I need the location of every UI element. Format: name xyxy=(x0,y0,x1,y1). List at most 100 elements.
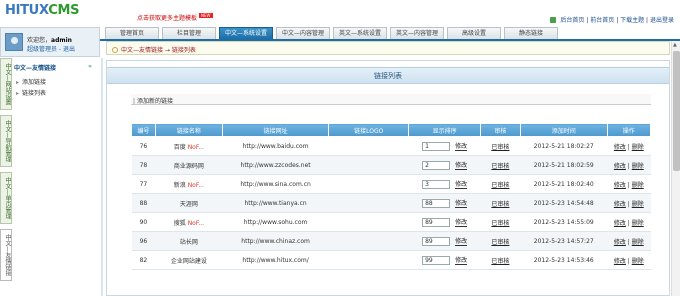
order-modify-button[interactable]: 修改 xyxy=(455,141,468,151)
edit-link[interactable]: 修改 xyxy=(614,201,626,208)
nofollow-tag: NoF... xyxy=(187,181,205,189)
side-tab-0[interactable]: 中文—网站设置 xyxy=(0,58,12,110)
cell-order: 89 修改 xyxy=(408,212,481,232)
top-links: 后台首页 | 前台首页 | 下载主题 | 退出登录 xyxy=(550,15,674,24)
order-input[interactable]: 88 xyxy=(422,199,451,208)
order-modify-button[interactable]: 修改 xyxy=(455,236,468,246)
audit-status[interactable]: 已审核 xyxy=(491,201,509,208)
cell-audit: 已审核 xyxy=(480,155,521,175)
cell-id: 90 xyxy=(131,212,156,232)
cell-logo xyxy=(328,193,409,213)
edit-link[interactable]: 修改 xyxy=(614,258,626,265)
menu-item-link-list[interactable]: 链接列表 xyxy=(16,88,46,97)
delete-link[interactable]: 删除 xyxy=(632,220,644,227)
tab-1[interactable]: 栏目管理 xyxy=(162,27,216,39)
edit-link[interactable]: 修改 xyxy=(614,144,626,151)
nofollow-tag: NoF... xyxy=(187,143,205,151)
tab-0[interactable]: 管理首页 xyxy=(105,27,159,39)
order-input[interactable]: 2 xyxy=(422,161,451,170)
link-download-theme[interactable]: 下载主题 xyxy=(620,17,644,24)
column-header: 审核 xyxy=(479,123,521,137)
tab-6[interactable]: 高级设置 xyxy=(447,27,501,39)
table-row: 96 站长网 http://www.chinaz.com 89 修改 已审核 2012-5… xyxy=(131,231,651,251)
audit-status[interactable]: 已审核 xyxy=(491,220,509,227)
order-modify-button[interactable]: 修改 xyxy=(455,179,468,189)
cell-url: http://www.zzcodes.net xyxy=(222,155,329,175)
cell-audit: 已审核 xyxy=(480,250,521,270)
location-icon xyxy=(112,47,118,53)
delete-link[interactable]: 删除 xyxy=(632,239,644,246)
order-modify-button[interactable]: 修改 xyxy=(455,255,468,265)
delete-link[interactable]: 删除 xyxy=(632,182,644,189)
cell-id: 88 xyxy=(131,193,156,213)
order-input[interactable]: 3 xyxy=(422,180,451,189)
audit-status[interactable]: 已审核 xyxy=(491,258,509,265)
table-header: 编号 链接名称 链接网址 链接LOGO 显示排序 审核 添加时间 操作 xyxy=(131,123,652,137)
cell-order: 3 修改 xyxy=(408,174,481,194)
user-role-logout[interactable]: 超级管理员 - 退出 xyxy=(27,44,75,53)
order-modify-button[interactable]: 修改 xyxy=(455,217,468,227)
delete-link[interactable]: 删除 xyxy=(632,201,644,208)
tab-7[interactable]: 静态链接 xyxy=(504,27,558,39)
delete-link[interactable]: 删除 xyxy=(632,144,644,151)
order-input[interactable]: 1 xyxy=(422,142,451,151)
order-modify-button[interactable]: 修改 xyxy=(455,198,468,208)
tab-2[interactable]: 中文—系统设置 xyxy=(219,27,273,39)
cell-id: 82 xyxy=(131,250,156,270)
cell-actions: 修改 | 删除 xyxy=(607,231,651,251)
link-logout[interactable]: 退出登录 xyxy=(650,17,674,24)
delete-link[interactable]: 删除 xyxy=(632,163,644,170)
delete-link[interactable]: 删除 xyxy=(632,258,644,265)
audit-status[interactable]: 已审核 xyxy=(491,163,509,170)
scroll-up-icon[interactable]: ▲ xyxy=(673,42,677,48)
cell-actions: 修改 | 删除 xyxy=(607,193,651,213)
edit-link[interactable]: 修改 xyxy=(614,220,626,227)
side-tab-3[interactable]: 中文—友情链接 xyxy=(0,229,12,281)
cell-time: 2012-5-23 14:53:46 xyxy=(520,250,608,270)
tab-3[interactable]: 中文—内容管理 xyxy=(276,27,330,39)
cell-url: http://www.chinaz.com xyxy=(222,231,329,251)
cell-time: 2012-5-23 14:55:09 xyxy=(520,212,608,232)
collapse-icon[interactable]: « xyxy=(88,63,92,70)
cell-order: 88 修改 xyxy=(408,193,481,213)
order-input[interactable]: 89 xyxy=(422,237,451,246)
edit-link[interactable]: 修改 xyxy=(614,182,626,189)
edit-link[interactable]: 修改 xyxy=(614,163,626,170)
cell-id: 77 xyxy=(131,174,156,194)
audit-status[interactable]: 已审核 xyxy=(491,144,509,151)
audit-status[interactable]: 已审核 xyxy=(491,182,509,189)
cell-logo xyxy=(328,155,409,175)
side-tab-2[interactable]: 中文—单页管理 xyxy=(0,172,12,224)
home-icon xyxy=(550,17,557,23)
cell-actions: 修改 | 删除 xyxy=(607,136,651,156)
links-table: 编号 链接名称 链接网址 链接LOGO 显示排序 审核 添加时间 操作 76 百度 NoF...… xyxy=(131,123,652,270)
column-header: 链接网址 xyxy=(221,123,330,137)
link-site-home[interactable]: 前台首页 xyxy=(590,17,614,24)
order-modify-button[interactable]: 修改 xyxy=(455,160,468,170)
order-input[interactable]: 89 xyxy=(422,218,451,227)
cell-name: 天涯网 xyxy=(155,193,223,213)
cell-audit: 已审核 xyxy=(480,193,521,213)
edit-link[interactable]: 修改 xyxy=(614,239,626,246)
table-row: 90 搜狐 NoF... http://www.sohu.com 89 修改 已审核 201… xyxy=(131,212,651,232)
cell-actions: 修改 | 删除 xyxy=(607,250,651,270)
page-scrollbar[interactable]: ▲ xyxy=(671,41,680,296)
new-badge: NEW xyxy=(199,13,213,18)
column-header: 编号 xyxy=(131,123,156,137)
scroll-thumb[interactable] xyxy=(673,51,680,171)
cell-id: 78 xyxy=(131,155,156,175)
promo-link[interactable]: 点击获取更多主题模板 NEW xyxy=(137,13,213,22)
panel-title: 链接列表 xyxy=(107,67,669,84)
link-admin-home[interactable]: 后台首页 xyxy=(560,17,584,24)
cell-order: 1 修改 xyxy=(408,136,481,156)
side-tab-1[interactable]: 中文—导航管理 xyxy=(0,115,12,167)
audit-status[interactable]: 已审核 xyxy=(491,239,509,246)
cell-name: 站长网 xyxy=(155,231,223,251)
tab-5[interactable]: 英文—内容管理 xyxy=(390,27,444,39)
tab-4[interactable]: 英文—系统设置 xyxy=(333,27,387,39)
order-input[interactable]: 99 xyxy=(422,256,451,265)
top-bar: HITUXCMS 点击获取更多主题模板 NEW 后台首页 | 前台首页 | 下载主… xyxy=(0,0,680,27)
menu-item-add-link[interactable]: 添加链接 xyxy=(16,77,46,86)
menu-section-title[interactable]: 中文—友情链接 « xyxy=(14,63,98,73)
add-link-button[interactable]: 添加新的链接 xyxy=(133,96,173,105)
